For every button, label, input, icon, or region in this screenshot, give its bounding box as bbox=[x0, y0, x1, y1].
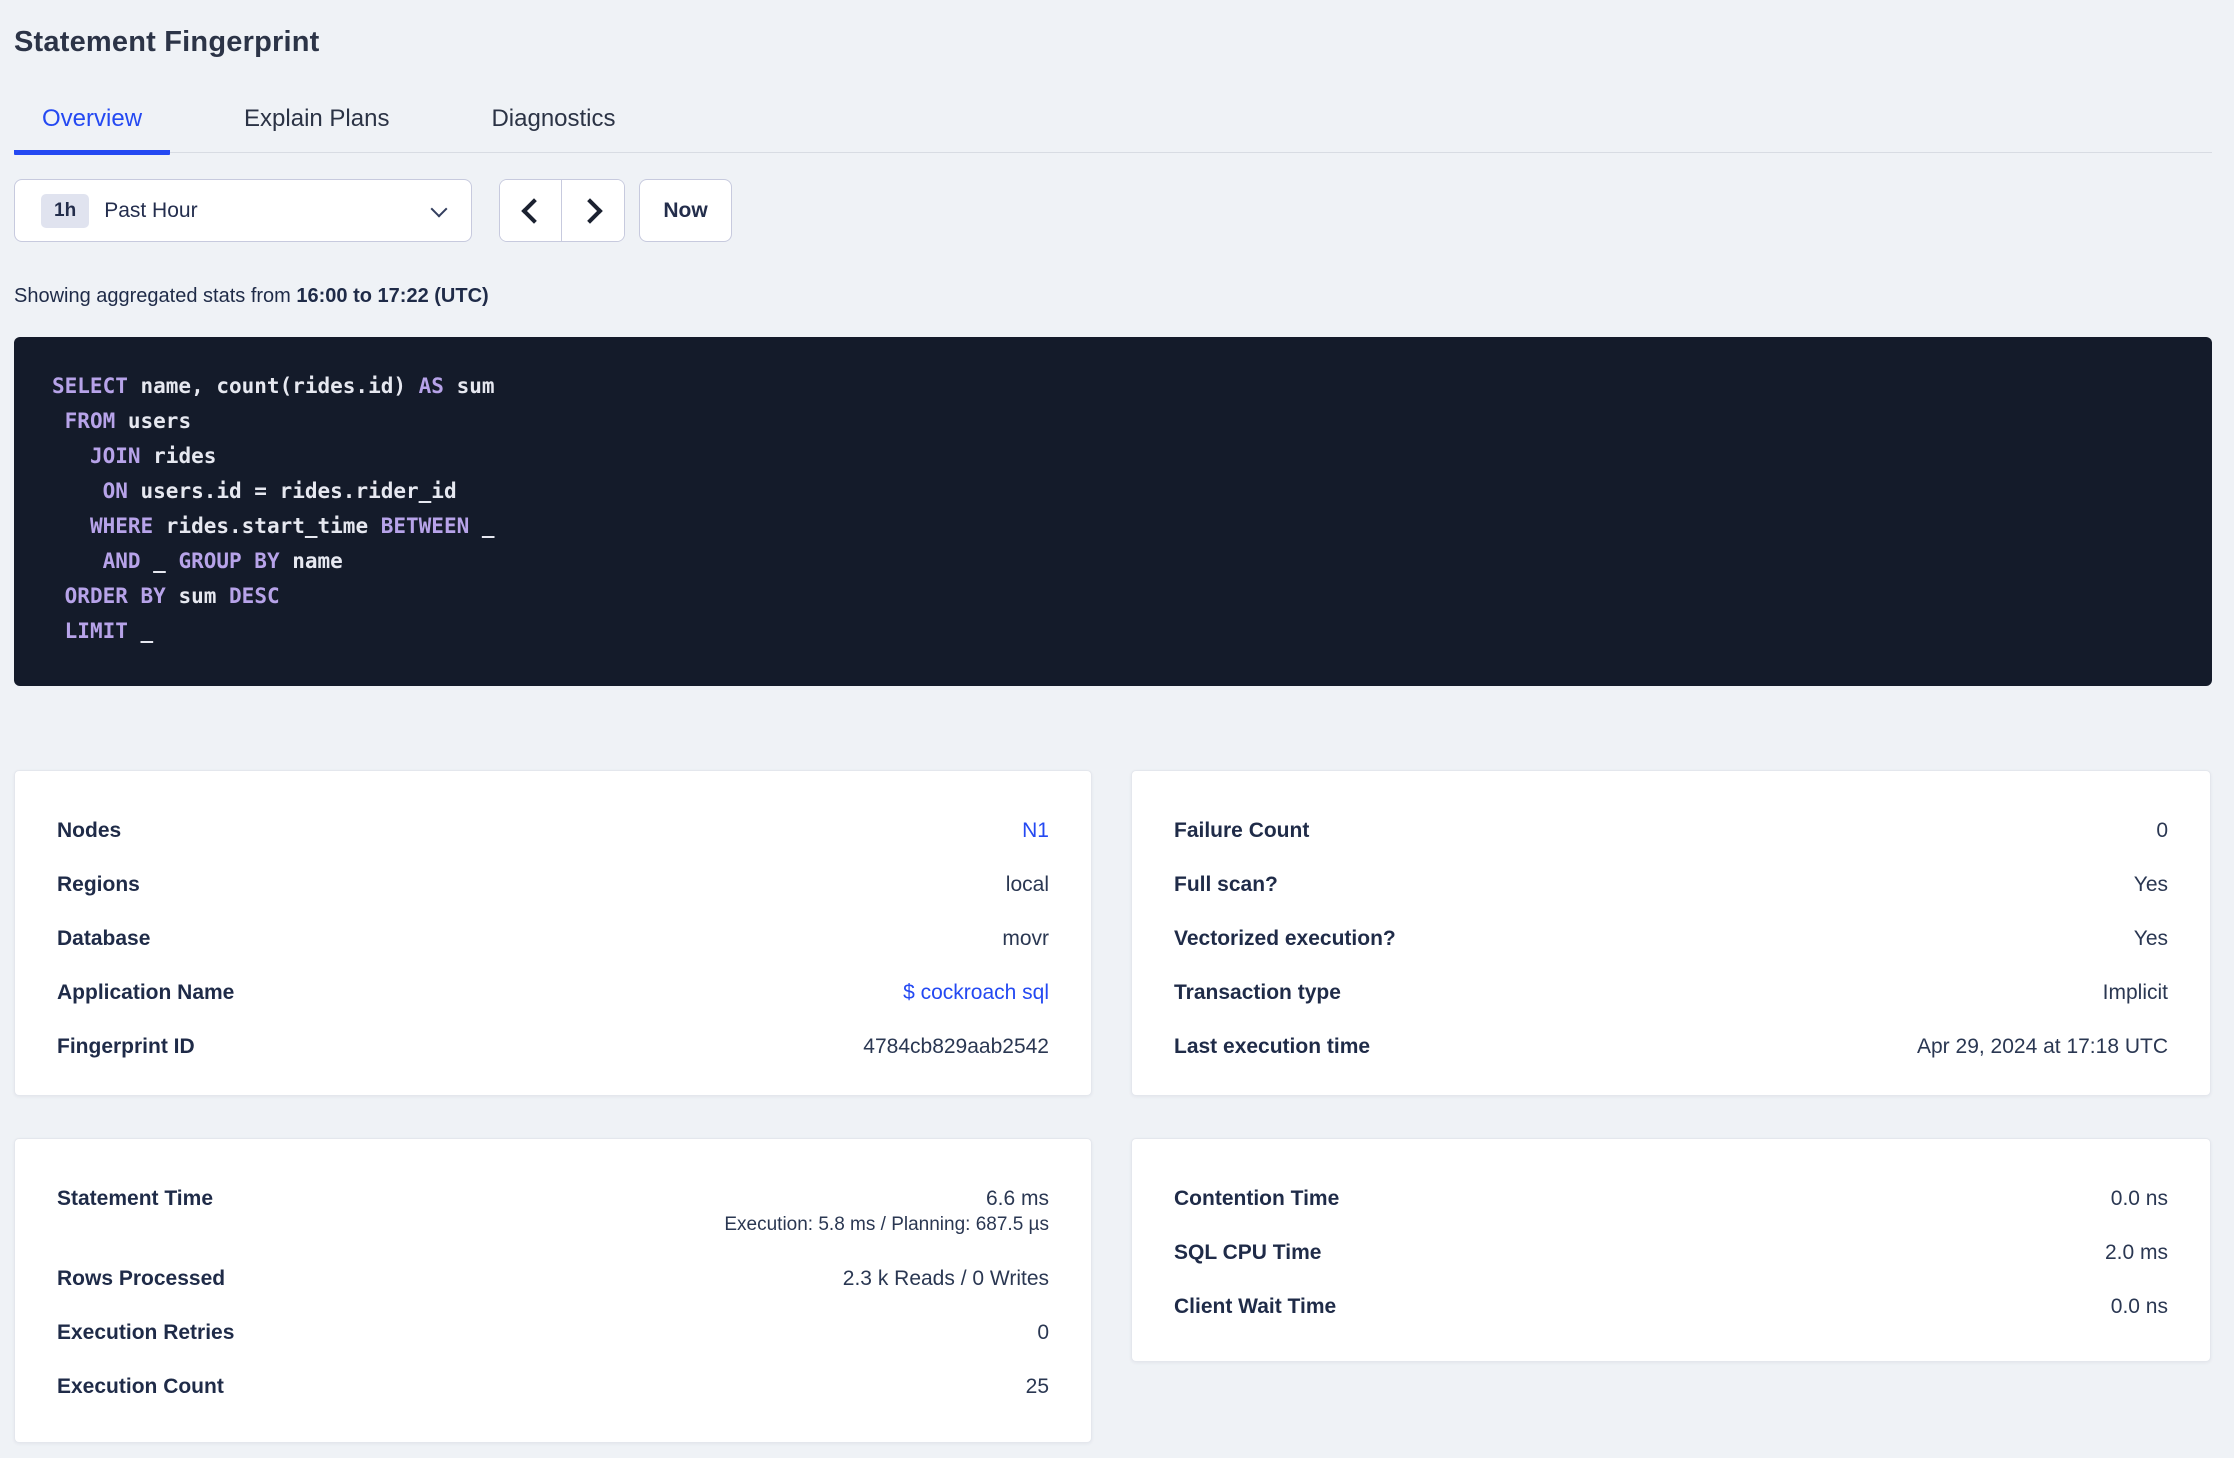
stat-value: 2.0 ms bbox=[2104, 1241, 2168, 1264]
stat-row-execution-retries: Execution Retries 0 bbox=[57, 1306, 1049, 1360]
sql-statement-box: SELECT name, count(rides.id) AS sum FROM… bbox=[14, 337, 2212, 686]
tab-bar: Overview Explain Plans Diagnostics bbox=[14, 104, 2212, 155]
stat-row-statement-time: Statement Time 6.6 ms Execution: 5.8 ms … bbox=[57, 1172, 1049, 1252]
time-range-dropdown[interactable]: 1h Past Hour bbox=[14, 179, 472, 242]
stat-label: Failure Count bbox=[1174, 819, 1310, 842]
stat-label: Full scan? bbox=[1174, 873, 1278, 896]
stat-value: Yes bbox=[2133, 927, 2168, 950]
stat-row-client-wait-time: Client Wait Time 0.0 ns bbox=[1174, 1280, 2168, 1334]
stat-value: 0.0 ns bbox=[2110, 1187, 2168, 1210]
stat-value: 0.0 ns bbox=[2110, 1295, 2168, 1318]
stat-value: Implicit bbox=[2102, 981, 2168, 1004]
stat-value: 2.3 k Reads / 0 Writes bbox=[842, 1267, 1049, 1290]
caption-prefix: Showing aggregated stats from bbox=[14, 285, 297, 307]
stat-row-rows-processed: Rows Processed 2.3 k Reads / 0 Writes bbox=[57, 1252, 1049, 1306]
statement-fingerprint-page: Statement Fingerprint Overview Explain P… bbox=[0, 0, 2234, 1458]
stat-label: Contention Time bbox=[1174, 1187, 1340, 1210]
stat-value: movr bbox=[1002, 927, 1049, 950]
stat-value: 25 bbox=[1025, 1375, 1049, 1398]
time-step-button-group bbox=[499, 179, 625, 242]
stat-label: Rows Processed bbox=[57, 1267, 226, 1290]
stat-label: Statement Time bbox=[57, 1187, 213, 1210]
chevron-left-icon bbox=[520, 197, 547, 224]
stat-row-database: Database movr bbox=[57, 912, 1049, 966]
stat-value: Apr 29, 2024 at 17:18 UTC bbox=[1917, 1035, 2168, 1058]
tab-explain-plans[interactable]: Explain Plans bbox=[216, 104, 417, 155]
stat-row-contention-time: Contention Time 0.0 ns bbox=[1174, 1172, 2168, 1226]
stat-row-regions: Regions local bbox=[57, 858, 1049, 912]
stat-row-full-scan: Full scan? Yes bbox=[1174, 858, 2168, 912]
stat-row-vectorized-execution: Vectorized execution? Yes bbox=[1174, 912, 2168, 966]
stat-label: Application Name bbox=[57, 981, 235, 1004]
chevron-down-icon bbox=[430, 200, 448, 217]
stat-label: Transaction type bbox=[1174, 981, 1341, 1004]
stat-label: Execution Count bbox=[57, 1375, 224, 1398]
tab-diagnostics[interactable]: Diagnostics bbox=[463, 104, 643, 155]
statement-time-card: Statement Time 6.6 ms Execution: 5.8 ms … bbox=[14, 1138, 1092, 1443]
stat-value: Yes bbox=[2133, 873, 2168, 896]
stat-value: 0 bbox=[2156, 819, 2168, 842]
aggregated-stats-caption: Showing aggregated stats from 16:00 to 1… bbox=[14, 283, 2212, 309]
now-button[interactable]: Now bbox=[639, 179, 732, 242]
stat-value: 4784cb829aab2542 bbox=[863, 1035, 1049, 1058]
stat-value: 6.6 ms bbox=[985, 1187, 1049, 1210]
stat-label: SQL CPU Time bbox=[1174, 1241, 1322, 1264]
stat-label: Vectorized execution? bbox=[1174, 927, 1396, 950]
next-interval-button[interactable] bbox=[562, 180, 624, 241]
stat-label: Last execution time bbox=[1174, 1035, 1371, 1058]
time-controls: 1h Past Hour Now bbox=[14, 179, 2212, 242]
application-name-link[interactable]: $ cockroach sql bbox=[903, 980, 1049, 1006]
stat-label: Fingerprint ID bbox=[57, 1035, 195, 1058]
time-range-label: Past Hour bbox=[104, 198, 198, 222]
caption-time-range: 16:00 to 17:22 (UTC) bbox=[296, 285, 489, 307]
stat-label: Execution Retries bbox=[57, 1321, 235, 1344]
stat-label: Nodes bbox=[57, 819, 122, 842]
stat-label: Regions bbox=[57, 873, 140, 896]
tab-overview[interactable]: Overview bbox=[14, 104, 171, 155]
stat-row-failure-count: Failure Count 0 bbox=[1174, 804, 2168, 858]
stat-label: Client Wait Time bbox=[1174, 1295, 1337, 1318]
wait-time-card: Contention Time 0.0 ns SQL CPU Time 2.0 … bbox=[1131, 1138, 2211, 1362]
stat-row-application-name: Application Name $ cockroach sql bbox=[57, 966, 1049, 1020]
stat-label: Database bbox=[57, 927, 151, 950]
details-card: Nodes N1 Regions local Database movr App… bbox=[14, 770, 1092, 1096]
previous-interval-button[interactable] bbox=[500, 180, 562, 241]
stat-subvalue: Execution: 5.8 ms / Planning: 687.5 µs bbox=[724, 1214, 1049, 1235]
execution-attributes-card: Failure Count 0 Full scan? Yes Vectorize… bbox=[1131, 770, 2211, 1096]
stat-row-last-execution-time: Last execution time Apr 29, 2024 at 17:1… bbox=[1174, 1020, 2168, 1074]
stat-value-group: 6.6 ms Execution: 5.8 ms / Planning: 687… bbox=[724, 1186, 1049, 1238]
stats-card-grid: Nodes N1 Regions local Database movr App… bbox=[14, 770, 2212, 1443]
stat-row-fingerprint-id: Fingerprint ID 4784cb829aab2542 bbox=[57, 1020, 1049, 1074]
stat-row-nodes: Nodes N1 bbox=[57, 804, 1049, 858]
page-title: Statement Fingerprint bbox=[14, 26, 320, 58]
stat-row-transaction-type: Transaction type Implicit bbox=[1174, 966, 2168, 1020]
chevron-right-icon bbox=[577, 197, 603, 224]
stat-value: local bbox=[1005, 873, 1049, 896]
time-range-badge: 1h bbox=[41, 193, 90, 228]
stat-value: 0 bbox=[1037, 1321, 1049, 1344]
nodes-link[interactable]: N1 bbox=[1022, 818, 1049, 844]
stat-row-execution-count: Execution Count 25 bbox=[57, 1360, 1049, 1414]
stat-row-sql-cpu-time: SQL CPU Time 2.0 ms bbox=[1174, 1226, 2168, 1280]
